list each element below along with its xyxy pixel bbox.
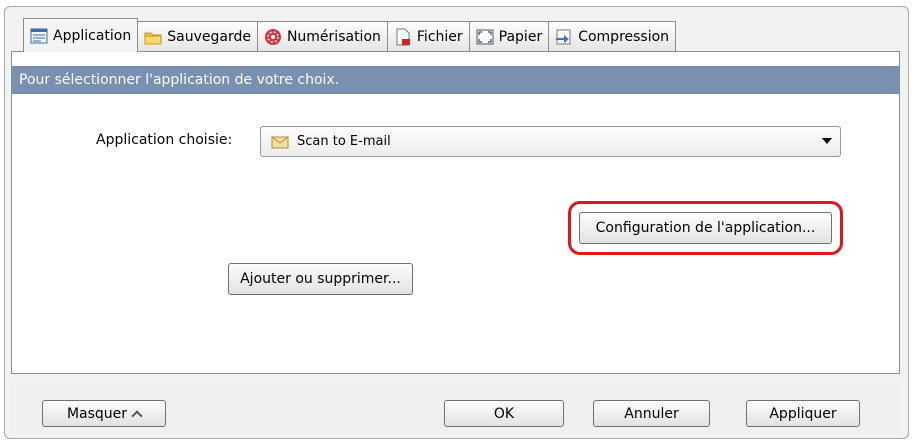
paper-icon [476,29,494,45]
selected-application-label: Scan to E-mail [297,134,391,149]
tab-label: Application [53,27,132,44]
scan-icon [264,29,281,45]
apply-button[interactable]: Appliquer [746,400,860,427]
dropdown-arrow-icon[interactable] [822,138,832,144]
hide-button-label: Masquer [66,405,128,422]
tab-papier[interactable]: Papier [468,21,550,52]
selected-application: Scan to E-mail [261,134,391,150]
hide-button[interactable]: Masquer [42,400,166,427]
tab-label: Numérisation [286,29,381,45]
tab-sauvegarde[interactable]: Sauvegarde [137,21,258,52]
folder-icon [144,32,162,45]
instruction-banner: Pour sélectionner l'application de votre… [11,66,900,94]
tab-bar: Application Sauvegarde Numérisation Fich… [23,18,677,52]
application-select[interactable]: Scan to E-mail [260,126,841,157]
tab-numerisation[interactable]: Numérisation [256,21,388,52]
tab-fichier[interactable]: Fichier [386,21,470,52]
tab-label: Papier [498,29,543,45]
tab-label: Sauvegarde [167,29,251,45]
tab-label: Compression [578,29,670,45]
add-remove-button[interactable]: Ajouter ou supprimer... [228,263,413,295]
compression-icon [556,29,571,45]
chevron-up-icon [131,410,143,422]
cancel-button[interactable]: Annuler [593,400,710,427]
ok-button[interactable]: OK [444,400,564,427]
tab-compression[interactable]: Compression [548,21,677,52]
email-envelope-icon [271,136,289,148]
application-icon [30,28,48,43]
application-label: Application choisie: [96,132,233,148]
file-icon [396,28,410,46]
tab-label: Fichier [416,29,463,45]
tab-application[interactable]: Application [23,18,139,52]
application-configuration-button[interactable]: Configuration de l'application... [579,212,832,244]
